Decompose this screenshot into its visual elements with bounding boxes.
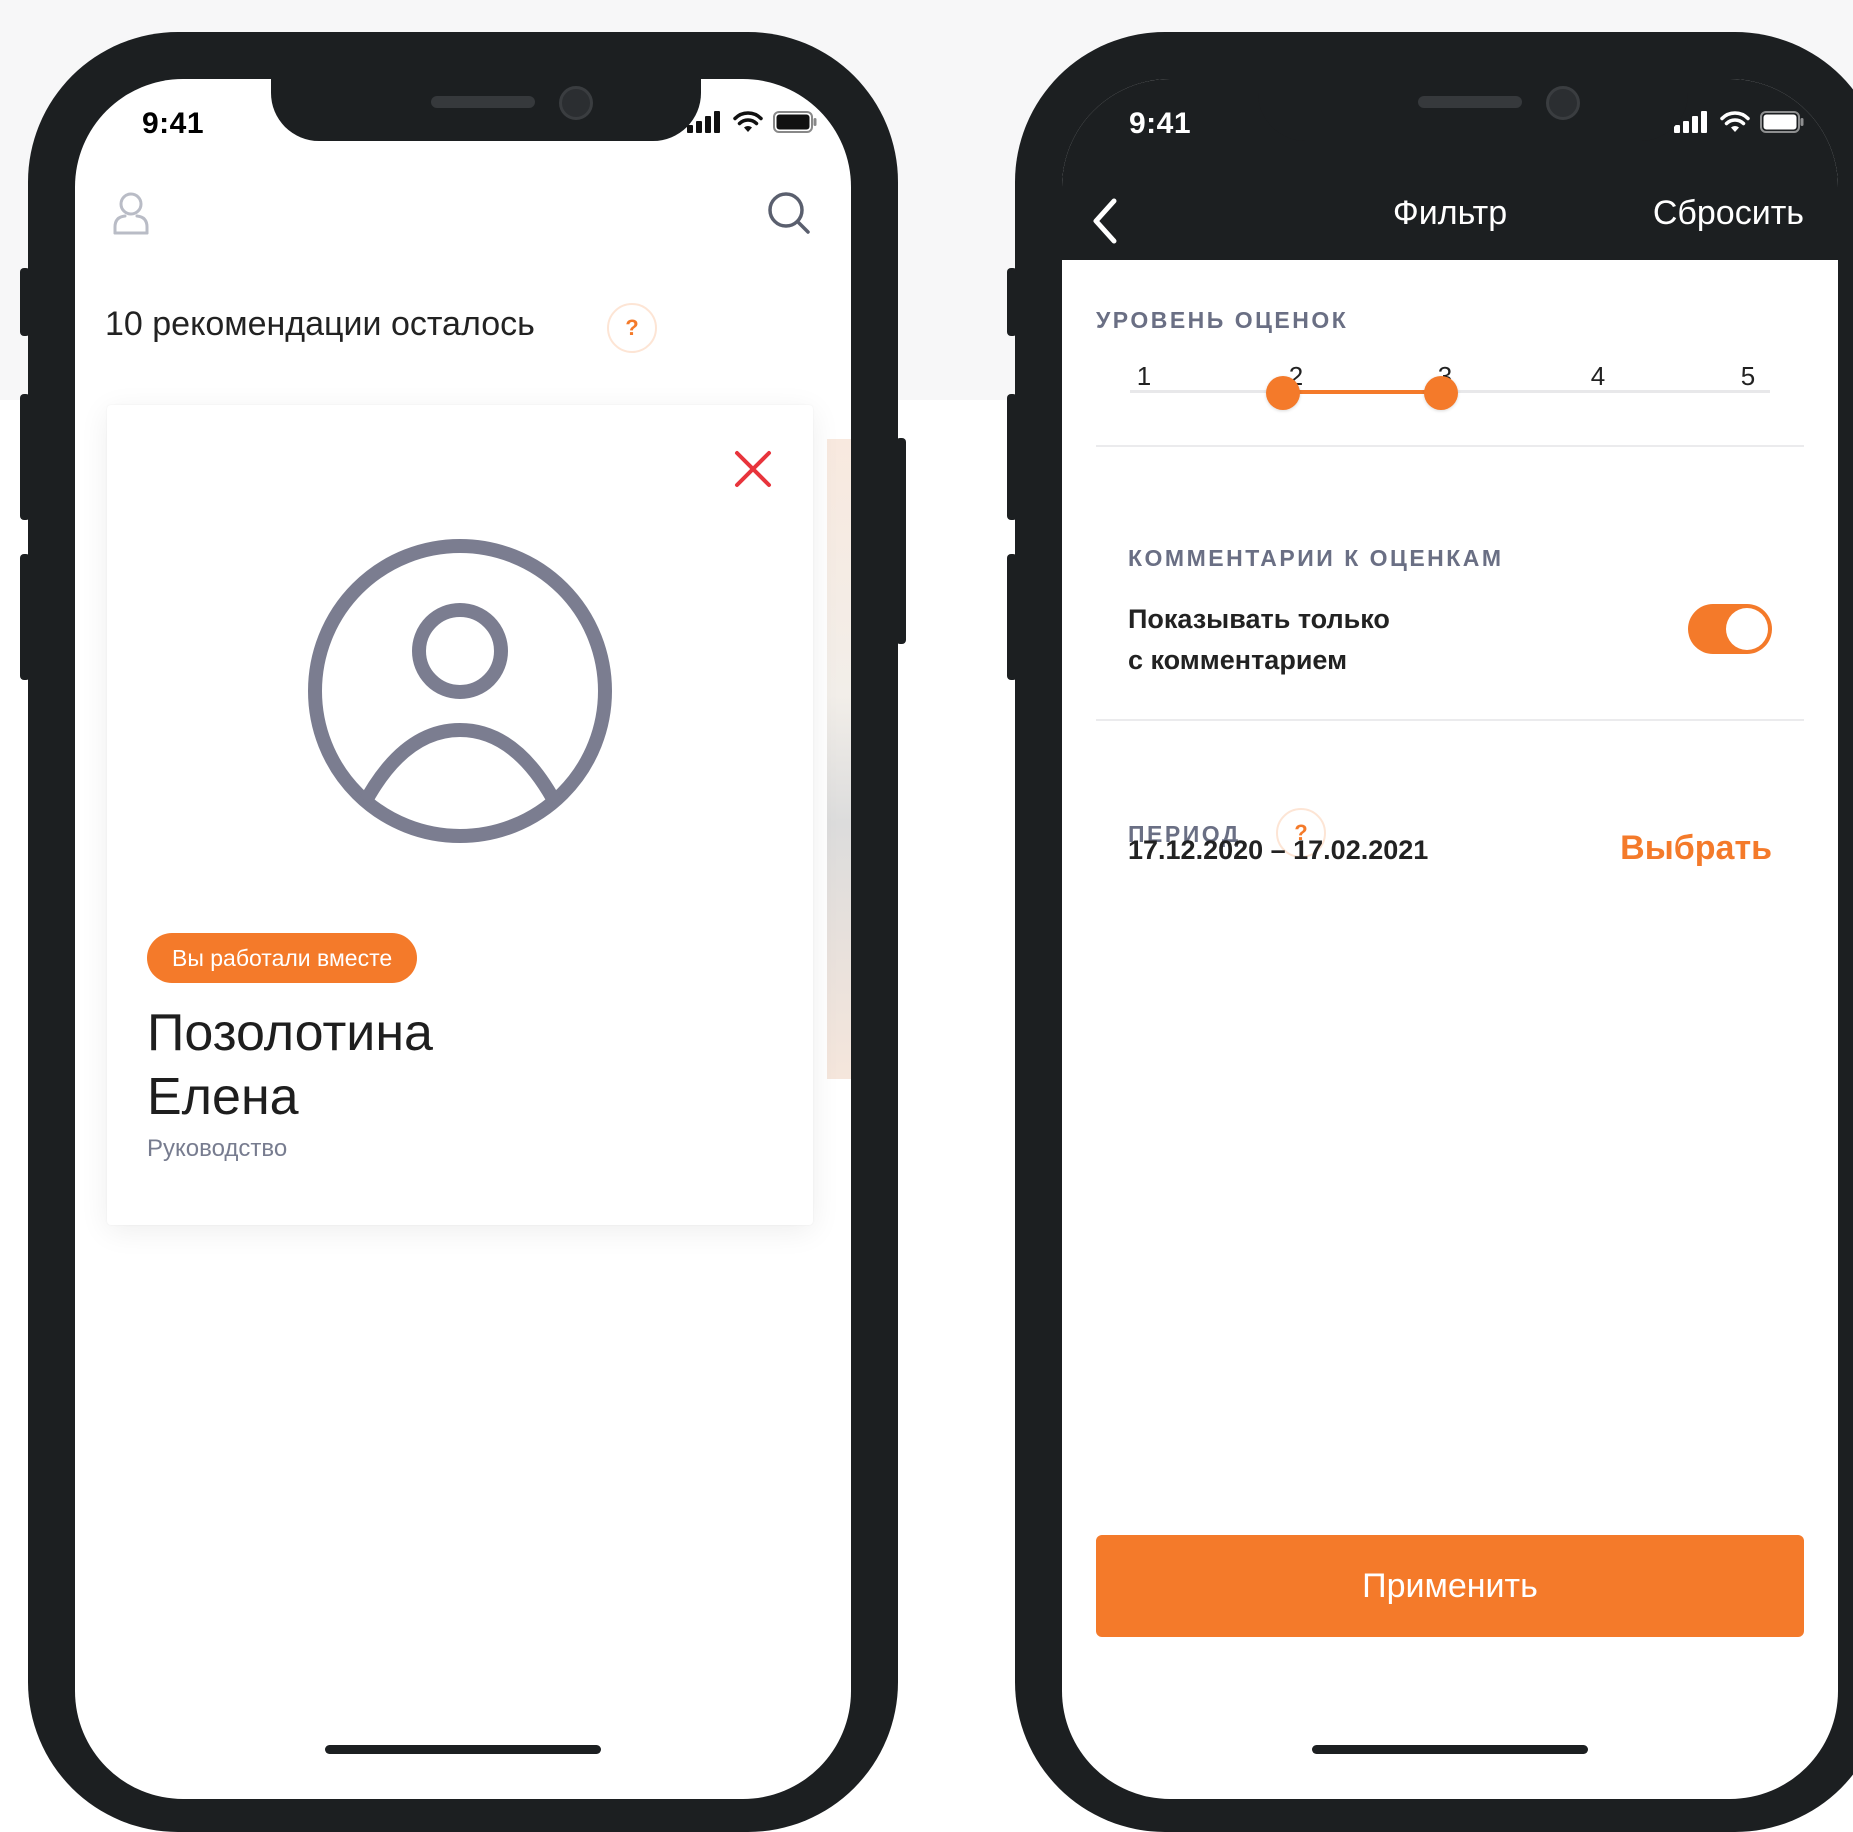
scale-label-1: 1 xyxy=(1136,361,1152,391)
person-card[interactable]: Вы работали вместе Позолотина Елена Руко… xyxy=(107,405,813,1225)
profile-icon[interactable] xyxy=(111,189,151,240)
volume-down-button xyxy=(20,554,30,680)
worked-together-badge: Вы работали вместе xyxy=(147,933,418,983)
help-icon[interactable]: ? xyxy=(607,303,657,353)
reset-button[interactable]: Сбросить xyxy=(1653,194,1804,233)
divider xyxy=(1096,445,1804,447)
comments-section-title: КОММЕНТАРИИ К ОЦЕНКАМ xyxy=(1128,545,1504,571)
status-icons xyxy=(687,111,817,133)
next-card-edge[interactable] xyxy=(827,439,851,1079)
volume-down-button xyxy=(1007,554,1017,680)
person-surname: Позолотина xyxy=(147,1004,433,1062)
recommendations-remaining: 10 рекомендации осталось xyxy=(105,305,535,343)
choose-period-button[interactable]: Выбрать xyxy=(1620,829,1772,868)
rating-level-title: УРОВЕНЬ ОЦЕНОК xyxy=(1096,307,1349,333)
wifi-icon xyxy=(1720,111,1750,132)
rating-slider-max-handle[interactable] xyxy=(1424,376,1458,410)
notch xyxy=(271,79,701,141)
mute-switch xyxy=(20,268,30,336)
speaker xyxy=(431,96,535,108)
rating-slider-range xyxy=(1283,390,1441,394)
volume-up-button xyxy=(1007,394,1017,520)
screen: 9:41 Фильтр Сбросить УРОВЕНЬ ОЦЕНОК 1 2 … xyxy=(1062,79,1838,1799)
power-button xyxy=(896,438,906,644)
status-icons xyxy=(1674,111,1804,133)
apply-button[interactable]: Применить xyxy=(1096,1535,1804,1637)
comments-toggle-label-line1: Показывать только xyxy=(1128,604,1390,634)
toggle-knob xyxy=(1726,608,1768,650)
comments-toggle-label-line2: с комментарием xyxy=(1128,645,1348,675)
phone-recommendations: 9:41 10 рекомендации осталось ? Вы работ… xyxy=(20,32,906,1832)
notch xyxy=(1258,79,1688,141)
scale-label-4: 4 xyxy=(1590,361,1606,391)
avatar-placeholder-icon xyxy=(307,538,613,849)
scale-label-5: 5 xyxy=(1740,361,1756,391)
battery-icon xyxy=(773,111,817,133)
person-department: Руководство xyxy=(147,1135,288,1162)
camera xyxy=(1546,86,1580,120)
status-time: 9:41 xyxy=(142,107,205,140)
rating-slider-min-handle[interactable] xyxy=(1266,376,1300,410)
mute-switch xyxy=(1007,268,1017,336)
battery-icon xyxy=(1760,111,1804,133)
home-indicator[interactable] xyxy=(1312,1745,1588,1754)
volume-up-button xyxy=(20,394,30,520)
period-date-range: 17.12.2020 – 17.02.2021 xyxy=(1128,835,1429,865)
comments-toggle-label: Показывать только с комментарием xyxy=(1128,599,1390,681)
close-icon[interactable] xyxy=(733,449,773,494)
home-indicator[interactable] xyxy=(325,1745,601,1754)
camera xyxy=(559,86,593,120)
speaker xyxy=(1418,96,1522,108)
phone-filter: 9:41 Фильтр Сбросить УРОВЕНЬ ОЦЕНОК 1 2 … xyxy=(1007,32,1853,1832)
status-time: 9:41 xyxy=(1129,107,1192,140)
comments-only-toggle[interactable] xyxy=(1688,604,1772,654)
screen: 9:41 10 рекомендации осталось ? Вы работ… xyxy=(75,79,851,1799)
divider xyxy=(1096,719,1804,721)
person-name: Позолотина Елена xyxy=(147,1001,433,1129)
wifi-icon xyxy=(733,111,763,132)
search-icon[interactable] xyxy=(767,191,811,240)
person-first-name: Елена xyxy=(147,1068,299,1126)
